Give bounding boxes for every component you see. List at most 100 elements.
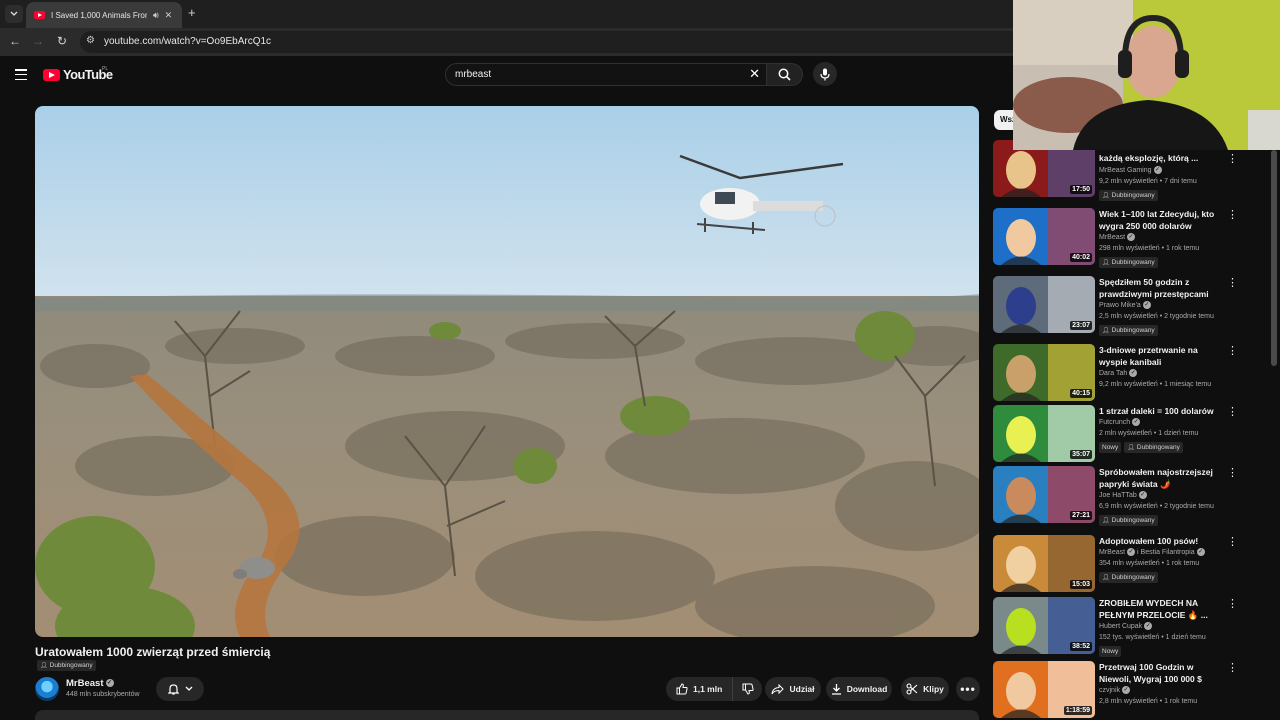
channel-name-text[interactable]: czvjnik <box>1099 687 1120 694</box>
recommendation-title[interactable]: Adoptowałem 100 psów! <box>1099 535 1227 547</box>
recommendation-channel[interactable]: MrBeast ✓ <box>1099 233 1136 241</box>
voice-search-button[interactable] <box>813 62 837 86</box>
kebab-menu-icon[interactable]: ⋮ <box>1227 598 1238 610</box>
thumbs-up-icon <box>676 683 688 695</box>
dislike-button[interactable] <box>733 677 762 701</box>
browser-tab-active[interactable]: I Saved 1,000 Animals From 🔊︎ ✕ <box>26 2 182 28</box>
forward-arrow-icon[interactable]: → <box>30 34 46 48</box>
scrollbar[interactable] <box>1271 150 1277 366</box>
recommendation-item[interactable]: 1:18:59 Przetrwaj 100 Godzin w Niewoli, W… <box>993 661 1243 720</box>
recommendation-badge: Nowy <box>1099 442 1122 453</box>
video-thumbnail[interactable]: 38:52 <box>993 597 1095 654</box>
recommendation-channel[interactable]: Dara Tah ✓ <box>1099 369 1138 377</box>
more-actions-button[interactable]: ••• <box>956 677 980 701</box>
badge-label: Dubbingowany <box>1111 517 1155 524</box>
clear-search-icon[interactable]: ✕ <box>749 66 760 82</box>
channel-name-text[interactable]: Joe HaTTab <box>1099 492 1137 499</box>
download-button[interactable]: Download <box>826 677 892 701</box>
channel-name-text[interactable]: MrBeast Gaming <box>1099 167 1152 174</box>
search-box[interactable]: mrbeast ✕ <box>445 63 767 86</box>
kebab-menu-icon[interactable]: ⋮ <box>1227 209 1238 221</box>
download-icon <box>831 684 841 695</box>
recommendation-channel[interactable]: Hubert Cupak ✓ <box>1099 622 1153 630</box>
back-arrow-icon[interactable]: ← <box>7 34 23 48</box>
site-info-icon[interactable]: ⚙︎ <box>86 35 95 46</box>
channel-name-text[interactable]: Dara Tah <box>1099 370 1127 377</box>
new-tab-button[interactable]: + <box>188 5 196 20</box>
recommendation-item[interactable]: 23:07 Spędziłem 50 godzin z prawdziwymi p… <box>993 276 1243 336</box>
dubbed-label: Dubbingowany <box>49 662 93 669</box>
recommendation-channel[interactable]: MrBeast ✓ i Bestia Filantropia ✓ <box>1099 548 1205 556</box>
recommendation-channel[interactable]: Prawo Mike'a ✓ <box>1099 301 1151 309</box>
dub-voice-icon: 👤︎ <box>1102 328 1110 334</box>
kebab-menu-icon[interactable]: ⋮ <box>1227 406 1238 418</box>
kebab-menu-icon[interactable]: ⋮ <box>1227 153 1238 165</box>
url-text[interactable]: youtube.com/watch?v=Oo9EbArcQ1c <box>104 36 271 47</box>
recommendation-title[interactable]: każdą eksplozję, którą ... <box>1099 152 1227 164</box>
video-thumbnail[interactable]: 27:21 <box>993 466 1095 523</box>
video-thumbnail[interactable]: 35:07 <box>993 405 1095 462</box>
tab-title: I Saved 1,000 Animals From <box>51 10 147 20</box>
recommendation-title[interactable]: 1 strzał daleki = 100 dolarów <box>1099 405 1227 417</box>
kebab-menu-icon[interactable]: ⋮ <box>1227 467 1238 479</box>
recommendation-title[interactable]: Wiek 1–100 lat Zdecyduj, kto wygra 250 0… <box>1099 208 1227 232</box>
recommendation-channel[interactable]: MrBeast Gaming ✓ <box>1099 166 1162 174</box>
microphone-icon <box>820 68 830 80</box>
kebab-menu-icon[interactable]: ⋮ <box>1227 345 1238 357</box>
close-tab-icon[interactable]: ✕ <box>165 10 173 21</box>
share-button[interactable]: Udział <box>765 677 821 701</box>
video-duration: 27:21 <box>1070 511 1092 520</box>
collab-channel-text[interactable]: Bestia Filantropia <box>1141 549 1195 556</box>
video-duration: 1:18:59 <box>1063 706 1092 715</box>
like-count: 1,1 mln <box>693 684 723 694</box>
video-thumbnail[interactable]: 40:15 <box>993 344 1095 401</box>
chevron-down-icon <box>185 686 192 691</box>
share-arrow-icon <box>771 683 785 694</box>
channel-name-text[interactable]: Futcrunch <box>1099 419 1130 426</box>
speaker-icon[interactable]: 🔊︎ <box>153 10 159 21</box>
notification-button[interactable] <box>156 677 204 701</box>
recommendation-title[interactable]: 3-dniowe przetrwanie na wyspie kanibali <box>1099 344 1227 368</box>
channel-name-text[interactable]: Prawo Mike'a <box>1099 302 1141 309</box>
channel-avatar[interactable] <box>35 677 59 701</box>
kebab-menu-icon[interactable]: ⋮ <box>1227 536 1238 548</box>
kebab-menu-icon[interactable]: ⋮ <box>1227 662 1238 674</box>
recommendation-meta: 6,9 mln wyświetleń • 2 tygodnie temu <box>1099 503 1214 510</box>
recommendation-title[interactable]: Spędziłem 50 godzin z prawdziwymi przest… <box>1099 276 1227 300</box>
recommendation-item[interactable]: 40:02 Wiek 1–100 lat Zdecyduj, kto wygra … <box>993 208 1243 268</box>
video-thumbnail[interactable]: 1:18:59 <box>993 661 1095 718</box>
search-icon <box>778 68 791 81</box>
channel-name[interactable]: MrBeast ✓ <box>66 678 114 689</box>
search-input[interactable]: mrbeast <box>455 69 491 80</box>
recommendation-item[interactable]: 40:15 3-dniowe przetrwanie na wyspie kani… <box>993 344 1243 404</box>
search-button[interactable] <box>767 63 803 86</box>
recommendation-title[interactable]: Przetrwaj 100 Godzin w Niewoli, Wygraj 1… <box>1099 661 1227 685</box>
description-box[interactable] <box>35 710 979 720</box>
recommendation-badge: 👤︎ Dubbingowany <box>1099 190 1158 201</box>
recommendation-item[interactable]: 38:52 ZROBIŁEM WYDECH NA PEŁNYM PRZELOCIE… <box>993 597 1243 657</box>
kebab-menu-icon[interactable]: ⋮ <box>1227 277 1238 289</box>
recommendation-item[interactable]: 15:03 Adoptowałem 100 psów! MrBeast ✓ i Bes… <box>993 535 1243 595</box>
channel-name-text[interactable]: Hubert Cupak <box>1099 623 1142 630</box>
like-button[interactable]: 1,1 mln <box>666 677 734 701</box>
recommendation-title[interactable]: Spróbowałem najostrzejszej papryki świat… <box>1099 466 1227 490</box>
recommendation-channel[interactable]: czvjnik ✓ <box>1099 686 1131 694</box>
video-thumbnail[interactable]: 15:03 <box>993 535 1095 592</box>
channel-name-text[interactable]: MrBeast <box>1099 234 1125 241</box>
video-thumbnail[interactable]: 40:02 <box>993 208 1095 265</box>
channel-name-text[interactable]: MrBeast <box>66 678 104 689</box>
recommendation-title[interactable]: ZROBIŁEM WYDECH NA PEŁNYM PRZELOCIE 🔥 ..… <box>1099 597 1227 621</box>
dub-voice-icon: 👤︎ <box>1102 193 1110 199</box>
clip-button[interactable]: Klipy <box>901 677 949 701</box>
recommendation-channel[interactable]: Futcrunch ✓ <box>1099 418 1141 426</box>
tab-search-button[interactable] <box>5 5 23 23</box>
recommendation-channel[interactable]: Joe HaTTab ✓ <box>1099 491 1147 499</box>
recommendation-item[interactable]: 35:07 1 strzał daleki = 100 dolarów Futcru… <box>993 405 1243 465</box>
video-thumbnail[interactable]: 23:07 <box>993 276 1095 333</box>
channel-name-text[interactable]: MrBeast <box>1099 549 1125 556</box>
recommendation-item[interactable]: 27:21 Spróbowałem najostrzejszej papryki … <box>993 466 1243 526</box>
hamburger-menu-icon[interactable] <box>15 69 27 81</box>
video-player[interactable] <box>35 106 979 637</box>
verified-icon: ✓ <box>1127 233 1136 241</box>
reload-icon[interactable]: ↻ <box>54 34 70 48</box>
